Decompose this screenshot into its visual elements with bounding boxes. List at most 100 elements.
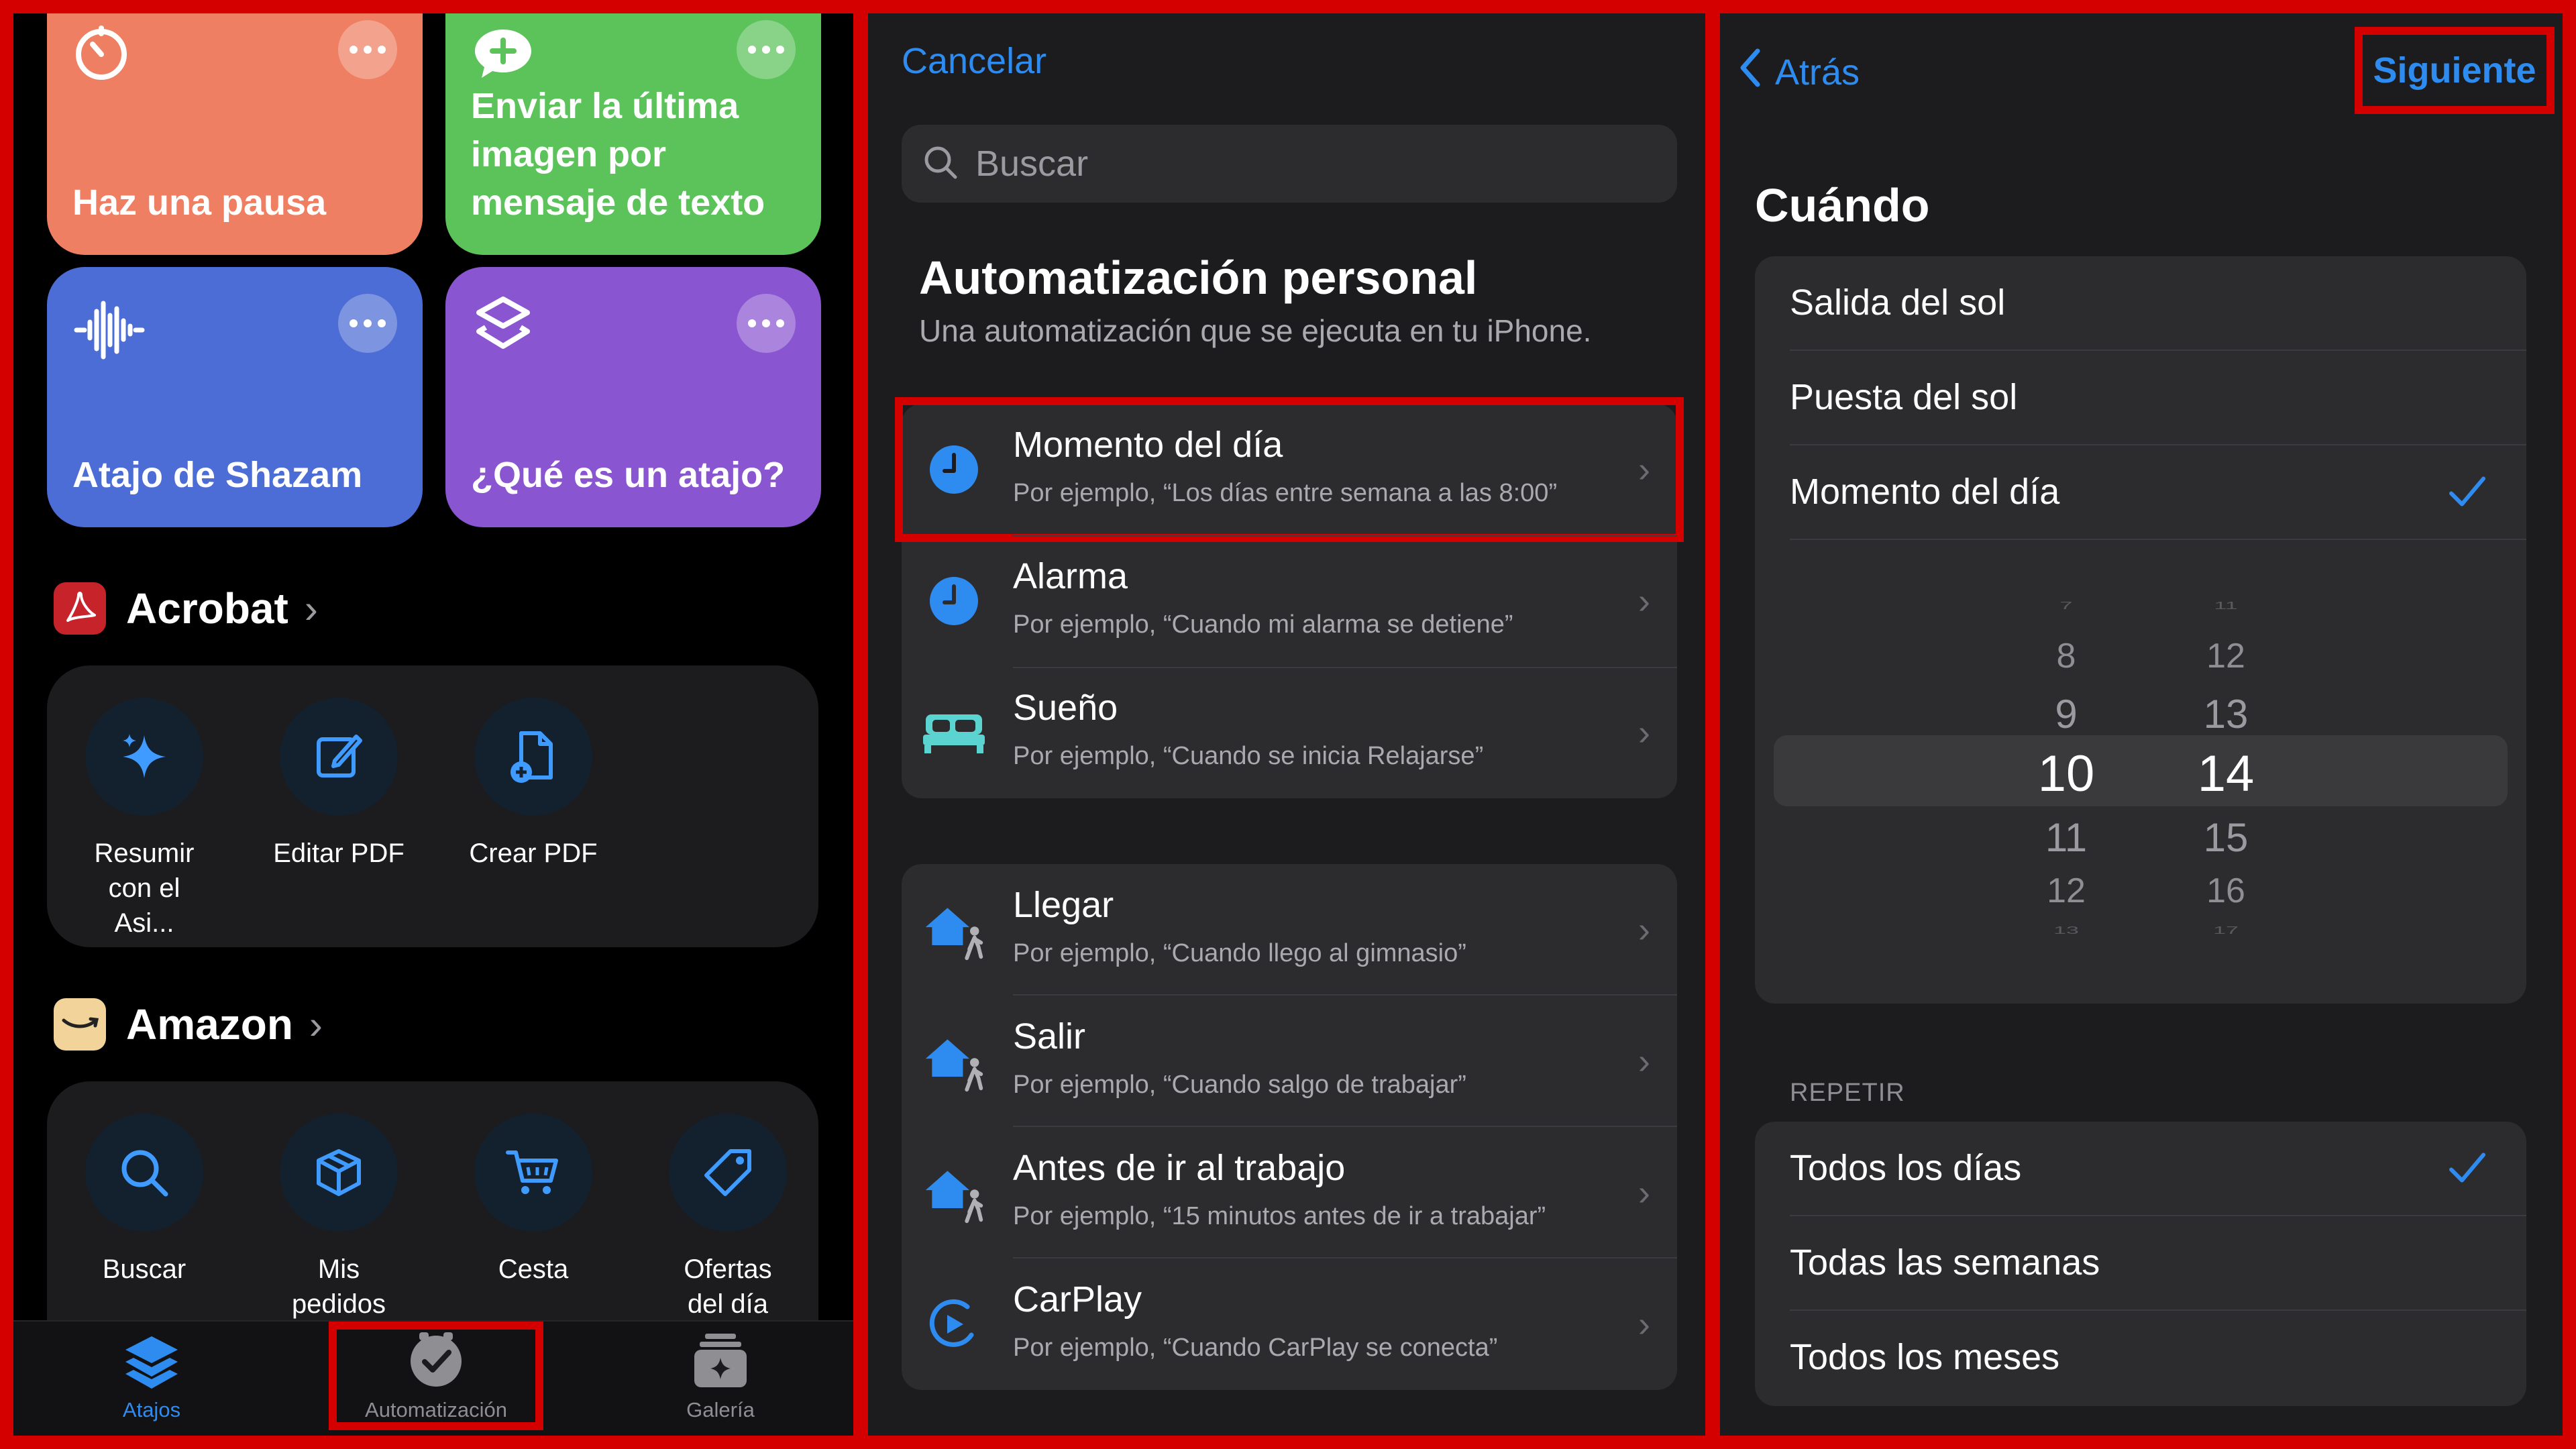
picker-hour: 8 — [2056, 637, 2076, 676]
option-label: Todos los días — [1790, 1148, 2022, 1188]
create-pdf-icon — [474, 698, 592, 816]
row-subtitle: Por ejemplo, “Cuando llego al gimnasio” — [1013, 939, 1466, 967]
alarm-clock-icon — [922, 569, 986, 633]
row-subtitle: Por ejemplo, “Cuando salgo de trabajar” — [1013, 1071, 1466, 1099]
action-label: Buscar — [102, 1254, 186, 1284]
automation-row-sleep[interactable]: Sueño Por ejemplo, “Cuando se inicia Rel… — [902, 667, 1677, 798]
automation-row-carplay[interactable]: CarPlay Por ejemplo, “Cuando CarPlay se … — [902, 1258, 1677, 1390]
picker-minute: 11 — [2214, 600, 2238, 612]
when-panel: Atrás Siguiente Cuándo Salida del sol Pu… — [1720, 13, 2563, 1436]
home-leave-icon — [922, 1029, 986, 1093]
picker-minute: 13 — [2203, 692, 2249, 737]
cancel-button[interactable]: Cancelar — [902, 40, 1046, 82]
row-subtitle: Por ejemplo, “Cuando CarPlay se conecta” — [1013, 1334, 1498, 1362]
action-label: Crear PDF — [469, 839, 598, 868]
automation-row-alarm[interactable]: Alarma Por ejemplo, “Cuando mi alarma se… — [902, 535, 1677, 667]
shortcut-tile-what-is[interactable]: ¿Qué es un atajo? — [445, 267, 821, 527]
option-label: Todas las semanas — [1790, 1242, 2100, 1283]
action-my-orders[interactable]: Mis pedidos — [241, 1114, 436, 1322]
chevron-right-icon: › — [1638, 1173, 1650, 1213]
repeat-options-list: Todos los días Todas las semanas Todos l… — [1755, 1122, 2526, 1406]
action-edit-pdf[interactable]: Editar PDF — [241, 698, 436, 871]
row-title: Alarma — [1013, 556, 1128, 596]
tab-label: Atajos — [122, 1398, 181, 1421]
row-title: CarPlay — [1013, 1279, 1142, 1320]
page-subtitle: Una automatización que se ejecuta en tu … — [919, 313, 1592, 348]
picker-selection-band — [1774, 735, 2508, 806]
back-button[interactable]: Atrás — [1737, 47, 1860, 97]
automation-row-time-of-day[interactable]: Momento del día Por ejemplo, “Los días e… — [895, 397, 1684, 542]
more-icon[interactable] — [737, 20, 796, 79]
row-title: Salir — [1013, 1016, 1086, 1057]
tab-bar: Atajos Automatización Galería — [13, 1320, 853, 1436]
acrobat-section-header[interactable]: Acrobat › — [54, 582, 318, 635]
search-field[interactable]: Buscar — [902, 125, 1677, 203]
chevron-right-icon: › — [309, 1002, 323, 1047]
repeat-every-day[interactable]: Todos los días — [1755, 1122, 2526, 1216]
action-summarize[interactable]: Resumir con el Asi... — [47, 698, 241, 941]
row-subtitle: Por ejemplo, “Cuando mi alarma se detien… — [1013, 610, 1513, 639]
amazon-section-header[interactable]: Amazon › — [54, 998, 323, 1051]
automation-row-arrive[interactable]: Llegar Por ejemplo, “Cuando llego al gim… — [902, 864, 1677, 996]
picker-hour: 13 — [2053, 924, 2079, 936]
automation-row-before-work[interactable]: Antes de ir al trabajo Por ejemplo, “15 … — [902, 1127, 1677, 1258]
shortcuts-icon — [471, 292, 535, 363]
home-arrive-icon — [922, 898, 986, 962]
tab-shortcuts[interactable]: Atajos — [51, 1331, 252, 1422]
picker-minute: 16 — [2206, 871, 2245, 910]
shortcut-tile-send-image[interactable]: Enviar la última imagen por mensaje de t… — [445, 13, 821, 255]
tag-icon — [669, 1114, 787, 1232]
row-title: Sueño — [1013, 688, 1118, 728]
section-title: Amazon — [126, 1000, 293, 1049]
repeat-every-month[interactable]: Todos los meses — [1755, 1311, 2526, 1405]
chevron-right-icon: › — [1638, 712, 1650, 753]
option-label: Salida del sol — [1790, 282, 2006, 323]
automation-panel: Cancelar Buscar Automatización personal … — [868, 13, 1705, 1436]
automation-row-leave[interactable]: Salir Por ejemplo, “Cuando salgo de trab… — [902, 996, 1677, 1127]
option-sunrise[interactable]: Salida del sol — [1755, 256, 2526, 351]
chevron-right-icon: › — [1638, 910, 1650, 950]
tile-label: Atajo de Shazam — [72, 455, 363, 495]
chevron-right-icon: › — [1638, 449, 1650, 490]
checkmark-icon — [2449, 474, 2486, 511]
acrobat-app-icon — [54, 582, 106, 635]
gallery-icon — [620, 1331, 821, 1394]
chevron-right-icon: › — [304, 586, 318, 631]
home-commute-icon — [922, 1161, 986, 1225]
checkmark-icon — [2449, 1150, 2486, 1187]
picker-minute: 12 — [2206, 637, 2245, 676]
row-title: Momento del día — [1013, 425, 1283, 465]
shortcuts-panel: Haz una pausa Enviar la última imagen po… — [13, 13, 853, 1436]
automation-tab-highlight — [329, 1322, 543, 1430]
clock-icon — [922, 437, 986, 502]
package-icon — [280, 1114, 398, 1232]
shortcut-tile-pause[interactable]: Haz una pausa — [47, 13, 423, 255]
repeat-section-label: REPETIR — [1790, 1079, 1905, 1107]
edit-icon — [280, 698, 398, 816]
tab-gallery[interactable]: Galería — [620, 1331, 821, 1422]
timer-icon — [72, 25, 130, 87]
action-deals[interactable]: Ofertas del día — [631, 1114, 825, 1322]
time-of-day-highlight — [895, 397, 1684, 542]
repeat-every-week[interactable]: Todas las semanas — [1755, 1216, 2526, 1311]
action-create-pdf[interactable]: Crear PDF — [436, 698, 631, 871]
picker-minute-selected: 14 — [2197, 745, 2255, 802]
action-label: Cesta — [498, 1254, 569, 1284]
action-cart[interactable]: Cesta — [436, 1114, 631, 1287]
picker-hour-selected: 10 — [2037, 745, 2095, 802]
option-time-of-day[interactable]: Momento del día — [1755, 445, 2526, 540]
more-icon[interactable] — [338, 20, 397, 79]
shortcut-tile-shazam[interactable]: Atajo de Shazam — [47, 267, 423, 527]
action-search[interactable]: Buscar — [47, 1114, 241, 1287]
more-icon[interactable] — [737, 294, 796, 353]
more-icon[interactable] — [338, 294, 397, 353]
row-subtitle: Por ejemplo, “15 minutos antes de ir a t… — [1013, 1202, 1546, 1230]
picker-hour: 12 — [2047, 871, 2086, 910]
row-separator — [1790, 539, 2526, 540]
row-subtitle: Por ejemplo, “Cuando se inicia Relajarse… — [1013, 742, 1484, 770]
next-button[interactable]: Siguiente — [2355, 27, 2555, 114]
search-placeholder: Buscar — [975, 144, 1089, 184]
option-sunset[interactable]: Puesta del sol — [1755, 351, 2526, 445]
picker-hour: 9 — [2055, 692, 2078, 737]
sparkles-icon — [85, 698, 203, 816]
